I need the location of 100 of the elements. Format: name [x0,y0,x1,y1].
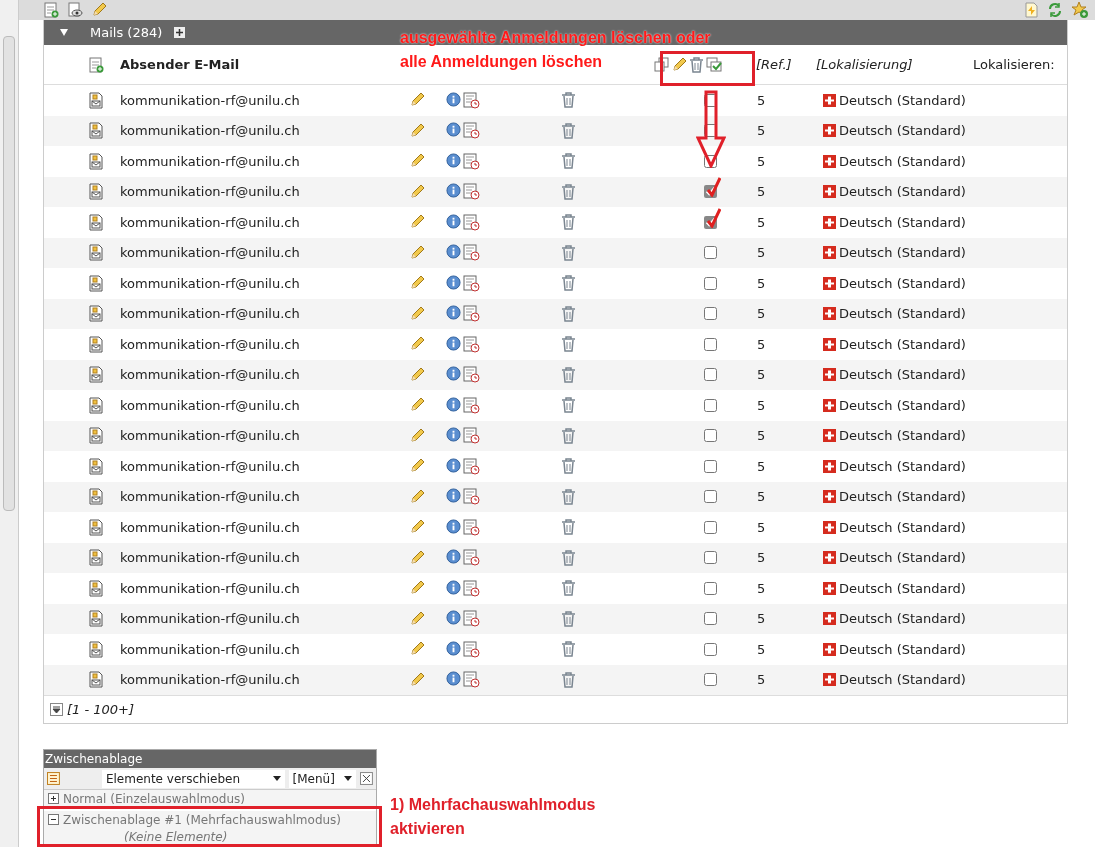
trash-icon[interactable] [561,122,576,139]
edit-all-icon[interactable] [671,56,687,73]
pencil-icon[interactable] [409,122,425,139]
info-icon[interactable] [446,640,461,656]
history-icon[interactable] [463,396,480,414]
mail-document-icon[interactable] [88,366,104,384]
collapse-triangle-icon[interactable] [60,29,68,36]
table-row[interactable]: kommunikation-rf@unilu.ch 5 Deutsch (Standard) [44,176,1067,207]
table-row[interactable]: kommunikation-rf@unilu.ch 5 Deutsch (Standard) [44,298,1067,329]
collapse-icon[interactable] [48,814,59,825]
trash-icon[interactable] [561,427,576,444]
mail-document-icon[interactable] [88,244,104,262]
history-icon[interactable] [463,183,480,201]
info-icon[interactable] [446,152,461,168]
row-checkbox[interactable] [704,673,717,687]
mail-document-icon[interactable] [88,305,104,323]
clipboard-mode[interactable]: Normal (Einzelauswahlmodus) [44,790,376,807]
history-icon[interactable] [463,122,480,140]
info-icon[interactable] [446,579,461,595]
trash-icon[interactable] [561,610,576,627]
info-icon[interactable] [446,671,461,687]
pencil-icon[interactable] [409,275,425,292]
mail-document-icon[interactable] [88,183,104,201]
pencil-icon[interactable] [409,488,425,505]
scrollbar-thumb[interactable] [3,36,15,511]
table-row[interactable]: kommunikation-rf@unilu.ch 5 Deutsch (Standard) [44,237,1067,268]
info-icon[interactable] [446,610,461,626]
pencil-icon[interactable] [409,214,425,231]
table-row[interactable]: kommunikation-rf@unilu.ch 5 Deutsch (Standard) [44,115,1067,146]
caret-icon[interactable] [272,776,281,781]
row-checkbox[interactable] [704,551,717,565]
trash-icon[interactable] [561,641,576,658]
pencil-icon[interactable] [409,519,425,536]
caret-icon[interactable] [344,776,353,781]
trash-icon[interactable] [561,336,576,353]
info-icon[interactable] [446,366,461,382]
row-checkbox[interactable] [704,490,717,504]
history-icon[interactable] [463,640,480,658]
add-icon[interactable] [174,27,186,38]
star-add-icon[interactable] [1071,1,1089,19]
list-icon[interactable] [47,772,60,785]
row-checkbox[interactable] [704,581,717,595]
history-icon[interactable] [463,244,480,262]
expand-down-icon[interactable] [50,703,63,716]
trash-icon[interactable] [561,549,576,566]
pencil-icon[interactable] [409,580,425,597]
scrollbar[interactable] [0,0,19,847]
pencil-icon[interactable] [409,153,425,170]
info-icon[interactable] [446,427,461,443]
mail-document-icon[interactable] [88,549,104,567]
mail-document-icon[interactable] [88,122,104,140]
info-icon[interactable] [446,488,461,504]
info-icon[interactable] [446,396,461,412]
info-icon[interactable] [446,305,461,321]
pager-label[interactable]: [1 - 100+] [67,699,135,720]
history-icon[interactable] [463,91,480,109]
menu-select[interactable]: [Menü] [288,769,357,788]
column-header[interactable]: Absender E-Mail [120,54,240,75]
trash-icon[interactable] [561,305,576,322]
mail-document-icon[interactable] [88,488,104,506]
row-checkbox[interactable] [704,368,717,382]
row-checkbox[interactable] [704,307,717,321]
trash-icon[interactable] [561,671,576,688]
pencil-icon[interactable] [409,183,425,200]
pencil-icon[interactable] [409,427,425,444]
action-select[interactable]: Elemente verschieben [101,769,285,788]
history-icon[interactable] [463,518,480,536]
pencil-icon[interactable] [409,610,425,627]
expand-icon[interactable] [48,793,59,804]
pencil-icon[interactable] [409,549,425,566]
delete-all-icon[interactable] [689,56,704,73]
table-row[interactable]: kommunikation-rf@unilu.ch 5 Deutsch (Standard) [44,420,1067,451]
row-checkbox[interactable] [704,185,717,199]
pencil-icon[interactable] [409,366,425,383]
mail-document-icon[interactable] [88,610,104,628]
row-checkbox[interactable] [704,154,717,168]
pencil-icon[interactable] [409,336,425,353]
trash-icon[interactable] [561,488,576,505]
trash-icon[interactable] [561,519,576,536]
pencil-icon[interactable] [409,458,425,475]
info-icon[interactable] [446,518,461,534]
column-header[interactable]: [Lokalisierung] [816,54,973,75]
row-checkbox[interactable] [704,429,717,443]
history-icon[interactable] [463,671,480,689]
clipboard-mode[interactable]: Zwischenablage #1 (Mehrfachauswahlmodus) [44,811,376,828]
pencil-icon[interactable] [409,92,425,109]
table-row[interactable]: kommunikation-rf@unilu.ch 5 Deutsch (Standard) [44,481,1067,512]
history-icon[interactable] [463,427,480,445]
trash-icon[interactable] [561,458,576,475]
select-all-icon[interactable] [706,57,723,72]
preview-icon[interactable] [67,2,83,18]
row-checkbox[interactable] [704,124,717,138]
history-icon[interactable] [463,610,480,628]
mail-document-icon[interactable] [88,579,104,597]
copy-icon[interactable] [654,57,669,72]
table-row[interactable]: kommunikation-rf@unilu.ch 5 Deutsch (Standard) [44,359,1067,390]
trash-icon[interactable] [561,275,576,292]
trash-icon[interactable] [561,397,576,414]
history-icon[interactable] [463,579,480,597]
pencil-icon[interactable] [409,397,425,414]
